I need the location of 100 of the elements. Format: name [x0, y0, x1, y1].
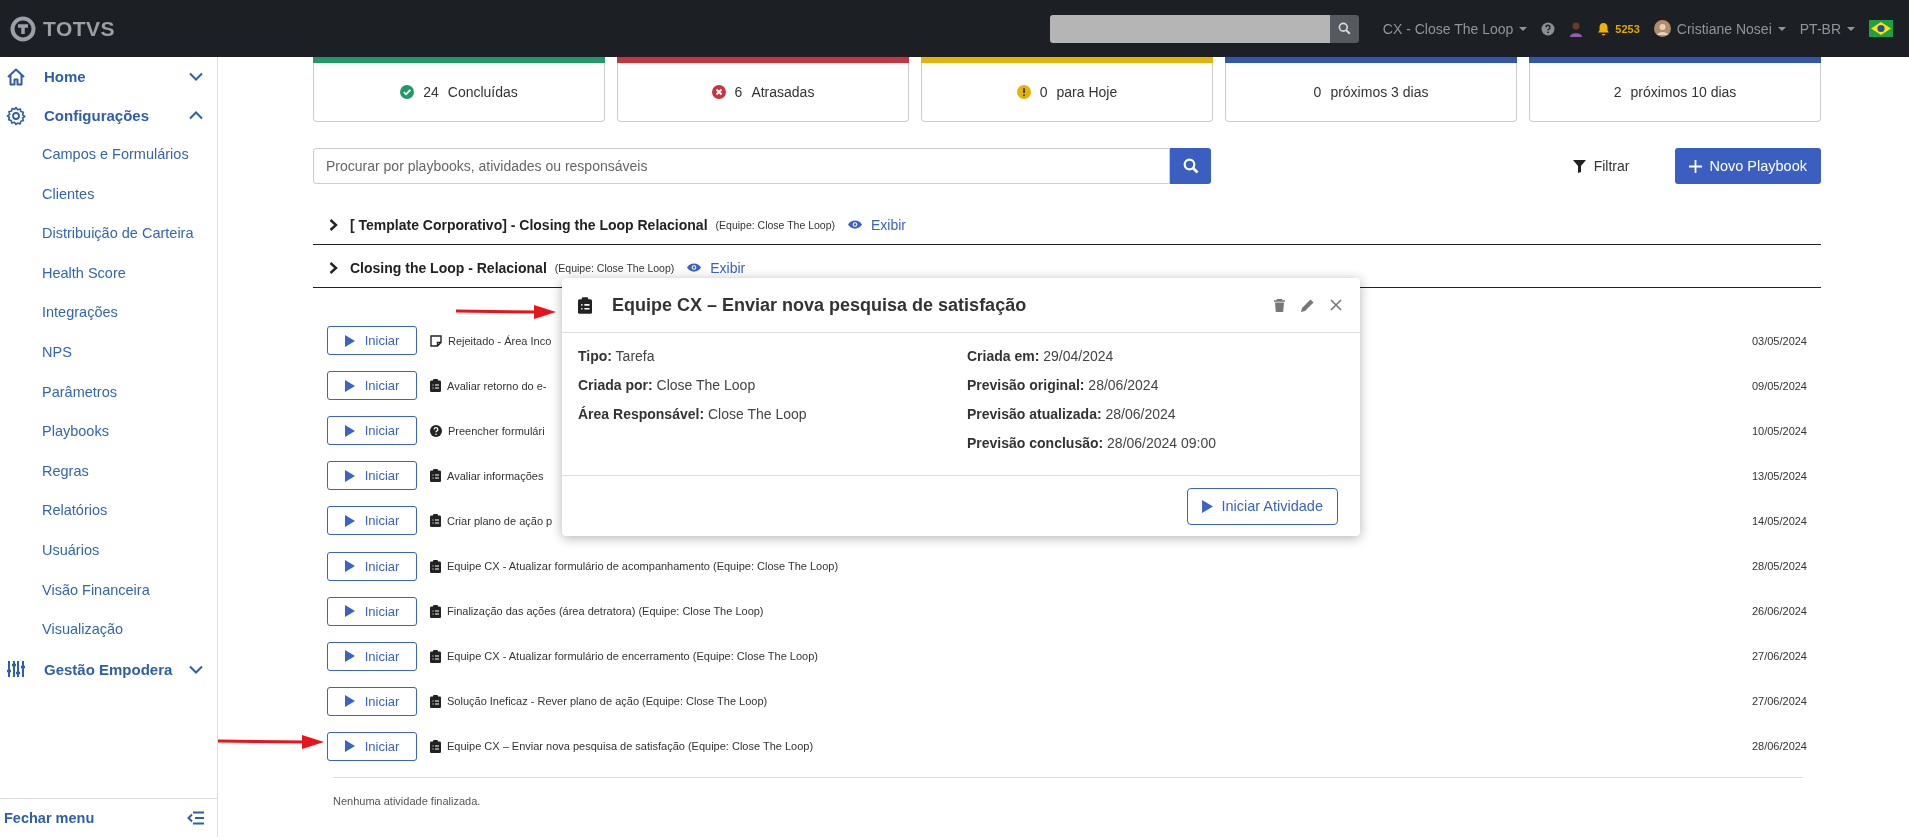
- view-link[interactable]: Exibir: [686, 259, 746, 276]
- clipboard-icon: [430, 469, 441, 483]
- summary-card[interactable]: 6 Atrasadas: [617, 57, 909, 122]
- sidebar-item[interactable]: Usuários: [0, 530, 217, 571]
- sidebar-item[interactable]: Integrações: [0, 293, 217, 333]
- new-playbook-button[interactable]: Novo Playbook: [1675, 148, 1821, 184]
- sidebar-item[interactable]: Campos e Formulários: [0, 135, 217, 175]
- sidebar-section[interactable]: Gestão Empodera: [0, 649, 217, 689]
- start-button[interactable]: Iniciar: [327, 371, 417, 401]
- sidebar-item[interactable]: Visualização: [0, 610, 217, 650]
- sidebar-section[interactable]: Home: [0, 57, 217, 96]
- sidebar-section[interactable]: Configurações: [0, 96, 217, 135]
- start-button[interactable]: Iniciar: [327, 641, 417, 671]
- dialog-title: Equipe CX – Enviar nova pesquisa de satisfação: [612, 294, 1028, 316]
- brazil-flag-icon[interactable]: [1869, 20, 1893, 37]
- start-button[interactable]: Iniciar: [327, 461, 417, 491]
- play-icon: [344, 379, 355, 392]
- start-button[interactable]: Iniciar: [327, 596, 417, 626]
- sliders-icon: [6, 659, 26, 680]
- filter-icon: [1572, 159, 1586, 173]
- due-date: 13/05/2024: [1751, 469, 1807, 482]
- sidebar-item[interactable]: Clientes: [0, 174, 217, 215]
- detail-field: Previsão original: 28/06/2024: [967, 376, 1344, 395]
- sidebar-item[interactable]: Visão Financeira: [0, 570, 217, 611]
- activity-title[interactable]: Equipe CX - Atualizar formulário de acompanhamento (Equipe: Close The Loop): [447, 560, 1752, 572]
- team-text: (Equipe: Close The Loop): [554, 261, 675, 274]
- close-menu-button[interactable]: Fechar menu: [0, 798, 217, 837]
- start-activity-button[interactable]: Iniciar Atividade: [1187, 487, 1338, 525]
- count-text: 0: [1313, 84, 1322, 100]
- bell-icon: [1597, 21, 1611, 36]
- detail-field: Criada por: Close The Loop: [578, 376, 955, 395]
- filter-button[interactable]: Filtrar: [1566, 157, 1636, 175]
- start-button[interactable]: Iniciar: [327, 551, 417, 581]
- chevron-icon: [189, 111, 203, 120]
- warning-icon: [1016, 85, 1031, 99]
- play-icon: [344, 695, 355, 708]
- logo-text: TOTVS: [43, 16, 116, 41]
- search-button[interactable]: [1329, 14, 1359, 43]
- due-date: 27/06/2024: [1751, 650, 1807, 663]
- start-button[interactable]: Iniciar: [327, 731, 417, 761]
- search-icon: [1182, 158, 1199, 174]
- notifications-button[interactable]: 5253: [1597, 21, 1640, 36]
- activity-title[interactable]: Equipe CX - Atualizar formulário de encerramento (Equipe: Close The Loop): [447, 650, 1752, 663]
- clipboard-icon: [430, 559, 441, 573]
- chevron-icon: [189, 664, 203, 674]
- play-icon: [344, 514, 355, 527]
- summary-card[interactable]: 24 Concluídas: [313, 57, 605, 122]
- sidebar-item[interactable]: Regras: [0, 451, 217, 492]
- user-menu[interactable]: Cristiane Nosei: [1653, 20, 1786, 37]
- due-date: 14/05/2024: [1751, 514, 1807, 527]
- edit-icon[interactable]: [1301, 298, 1314, 312]
- play-icon: [344, 560, 355, 572]
- activity-title[interactable]: Finalização das ações (área detratora) (Equipe: Close The Loop): [447, 605, 1752, 618]
- team-text: (Equipe: Close The Loop): [715, 218, 835, 231]
- workspace-dropdown[interactable]: CX - Close The Loop: [1382, 20, 1528, 37]
- detail-field: Previsão conclusão: 28/06/2024 09:00: [967, 434, 1344, 453]
- language-dropdown[interactable]: PT-BR: [1799, 20, 1855, 37]
- search-button[interactable]: [1170, 148, 1211, 184]
- detail-field: Área Responsável: Close The Loop: [578, 405, 955, 424]
- start-button[interactable]: Iniciar: [327, 506, 417, 536]
- playbook-title[interactable]: [ Template Corporativo] - Closing the Loop Relacional: [350, 216, 708, 233]
- eye-icon: [847, 219, 863, 230]
- chevron-icon[interactable]: [329, 261, 338, 274]
- sidebar-item[interactable]: Playbooks: [0, 412, 217, 452]
- summary-card[interactable]: 2 próximos 10 dias: [1529, 57, 1821, 122]
- trash-icon[interactable]: [1274, 298, 1285, 312]
- activity-title[interactable]: Solução Ineficaz - Rever plano de ação (Equipe: Close The Loop): [447, 695, 1752, 708]
- sidebar-item[interactable]: Parâmetros: [0, 372, 217, 413]
- sidebar-item[interactable]: Health Score: [0, 253, 217, 294]
- start-button[interactable]: Iniciar: [327, 416, 417, 446]
- due-date: 10/05/2024: [1751, 424, 1807, 437]
- summary-card[interactable]: 0 próximos 3 dias: [1225, 57, 1517, 122]
- view-link[interactable]: Exibir: [847, 216, 907, 233]
- start-button[interactable]: Iniciar: [327, 686, 417, 716]
- playbook-title[interactable]: Closing the Loop - Relacional: [350, 259, 547, 276]
- detail-field: Criada em: 29/04/2024: [967, 347, 1344, 366]
- person-icon[interactable]: [1569, 20, 1584, 37]
- close-icon[interactable]: [1330, 299, 1342, 311]
- sidebar-item[interactable]: Distribuição de Carteira: [0, 214, 217, 254]
- search-field[interactable]: [1049, 14, 1330, 43]
- due-date: 09/05/2024: [1751, 379, 1807, 392]
- clipboard-icon: [430, 514, 441, 528]
- search-field[interactable]: Procurar por playbooks, atividades ou responsáveis: [313, 148, 1170, 184]
- summary-card[interactable]: 0 para Hoje: [921, 57, 1213, 122]
- sidebar-item[interactable]: NPS: [0, 332, 217, 373]
- search-icon: [1337, 22, 1351, 35]
- due-date: 03/05/2024: [1751, 334, 1807, 347]
- count-text: 24: [423, 84, 439, 100]
- start-button[interactable]: Iniciar: [327, 326, 417, 356]
- activity-title[interactable]: Equipe CX – Enviar nova pesquisa de satisfação (Equipe: Close The Loop): [447, 740, 1752, 753]
- clipboard-icon: [430, 649, 441, 663]
- detail-field: Tipo: Tarefa: [578, 347, 955, 366]
- sidebar-item[interactable]: Relatórios: [0, 491, 217, 531]
- eye-icon: [686, 262, 703, 273]
- settings-icon: [6, 105, 26, 126]
- chevron-icon[interactable]: [329, 218, 338, 231]
- collapse-icon: [187, 811, 205, 825]
- chevron-icon: [189, 72, 203, 81]
- help-icon[interactable]: [1541, 21, 1556, 36]
- due-date: 26/06/2024: [1751, 605, 1807, 618]
